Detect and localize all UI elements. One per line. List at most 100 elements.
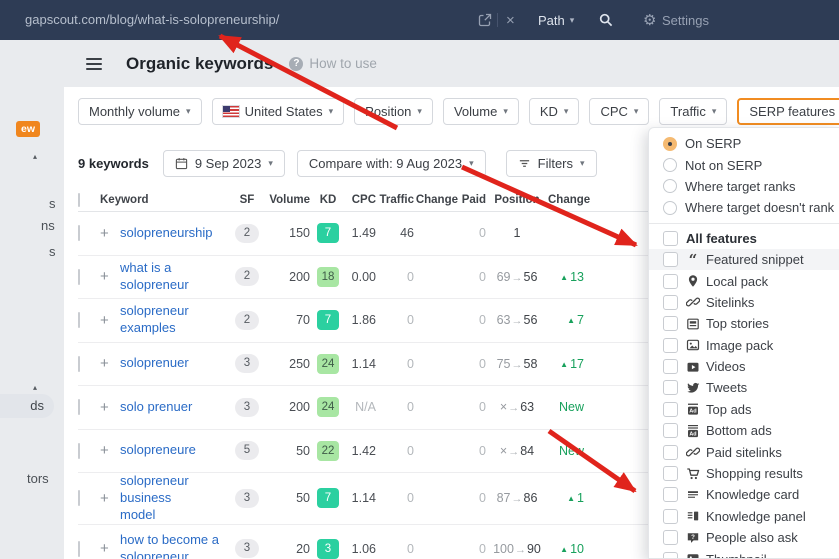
filter-serp-features-dropdown[interactable]: SERP features▾ bbox=[737, 98, 839, 125]
filter-traffic-dropdown[interactable]: Traffic ▾ bbox=[659, 98, 728, 125]
radio-selected-icon[interactable] bbox=[663, 136, 677, 151]
row-checkbox[interactable] bbox=[78, 355, 80, 372]
keyword-link[interactable]: soloprenuer bbox=[120, 355, 189, 370]
serp-feature-option-paid-sitelinks[interactable]: Paid sitelinks bbox=[649, 441, 839, 462]
search-button[interactable] bbox=[598, 0, 614, 40]
column-header-keyword[interactable]: Keyword bbox=[100, 194, 232, 206]
sidebar-item-fragment[interactable]: ns bbox=[41, 218, 55, 233]
keyword-link[interactable]: what is a solopreneur bbox=[120, 260, 189, 292]
settings-button[interactable]: ⚙ bbox=[643, 0, 656, 40]
row-checkbox[interactable] bbox=[78, 399, 80, 416]
feature-checkbox[interactable] bbox=[663, 423, 678, 439]
settings-label[interactable]: Settings bbox=[662, 0, 709, 40]
clear-url-button[interactable]: × bbox=[506, 0, 515, 40]
feature-checkbox[interactable] bbox=[663, 444, 678, 460]
radio-icon[interactable] bbox=[663, 158, 677, 173]
feature-checkbox[interactable] bbox=[663, 551, 678, 558]
expand-plus-icon[interactable]: + bbox=[100, 355, 109, 372]
row-checkbox[interactable] bbox=[78, 268, 80, 285]
path-mode-dropdown[interactable]: Path ▾ bbox=[538, 0, 574, 40]
keyword-link[interactable]: how to become a solopreneur bbox=[120, 532, 219, 559]
sidebar-item-active[interactable]: ds bbox=[0, 394, 54, 418]
serp-feature-option-videos[interactable]: Videos bbox=[649, 356, 839, 377]
expand-plus-icon[interactable]: + bbox=[100, 540, 109, 557]
row-checkbox[interactable] bbox=[78, 442, 80, 459]
feature-checkbox[interactable] bbox=[663, 359, 678, 375]
filter-position-dropdown[interactable]: Position ▾ bbox=[354, 98, 433, 125]
sidebar-item-fragment[interactable]: s bbox=[49, 244, 56, 259]
column-header-cpc[interactable]: CPC bbox=[346, 194, 376, 206]
serp-radio-option[interactable]: On SERP bbox=[649, 133, 839, 154]
serp-feature-option-top-ads[interactable]: Ad Top ads bbox=[649, 399, 839, 420]
feature-checkbox[interactable] bbox=[663, 380, 678, 396]
column-header-volume[interactable]: Volume bbox=[262, 194, 310, 206]
filter-kd-dropdown[interactable]: KD ▾ bbox=[528, 98, 580, 125]
serp-feature-option-featured-snippet[interactable]: “ Featured snippet bbox=[649, 248, 839, 271]
serp-radio-option[interactable]: Not on SERP bbox=[649, 154, 839, 175]
sidebar-item-fragment[interactable]: tors bbox=[27, 471, 49, 486]
serp-feature-option-top-stories[interactable]: Top stories bbox=[649, 313, 839, 334]
feature-checkbox[interactable] bbox=[663, 273, 678, 289]
row-checkbox[interactable] bbox=[78, 540, 80, 557]
expand-plus-icon[interactable]: + bbox=[100, 312, 109, 329]
feature-checkbox[interactable] bbox=[663, 530, 678, 546]
serp-feature-option-tweets[interactable]: Tweets bbox=[649, 377, 839, 398]
row-checkbox[interactable] bbox=[78, 312, 80, 329]
feature-checkbox[interactable] bbox=[663, 487, 678, 503]
select-all-checkbox[interactable] bbox=[78, 192, 80, 207]
filter-country-dropdown[interactable]: United States ▾ bbox=[211, 98, 345, 125]
feature-checkbox[interactable] bbox=[663, 316, 678, 332]
serp-feature-option-local-pack[interactable]: Local pack bbox=[649, 270, 839, 291]
serp-feature-option-bottom-ads[interactable]: Ad Bottom ads bbox=[649, 420, 839, 441]
column-header-change[interactable]: Change bbox=[414, 194, 458, 206]
serp-feature-option-people-also-ask[interactable]: ? People also ask bbox=[649, 527, 839, 548]
how-to-use-link[interactable]: ? How to use bbox=[289, 56, 377, 71]
feature-checkbox[interactable] bbox=[663, 401, 678, 417]
sidebar-item-fragment[interactable]: ▴ bbox=[33, 152, 37, 161]
column-header-kd[interactable]: KD bbox=[310, 194, 346, 206]
target-url-input[interactable]: gapscout.com/blog/what-is-solopreneurshi… bbox=[25, 0, 279, 40]
column-header-paid[interactable]: Paid bbox=[458, 194, 486, 206]
row-checkbox[interactable] bbox=[78, 490, 80, 507]
serp-feature-option-shopping-results[interactable]: Shopping results bbox=[649, 463, 839, 484]
filters-button[interactable]: Filters ▾ bbox=[505, 150, 597, 177]
serp-feature-option-image-pack[interactable]: Image pack bbox=[649, 335, 839, 356]
keyword-link[interactable]: solopreneur examples bbox=[120, 303, 189, 335]
column-header-position[interactable]: Position bbox=[486, 194, 548, 206]
menu-toggle-button[interactable] bbox=[86, 57, 102, 70]
keyword-link[interactable]: solo prenuer bbox=[120, 399, 192, 414]
filter-monthly-volume-dropdown[interactable]: Monthly volume ▾ bbox=[78, 98, 202, 125]
column-header-sf[interactable]: SF bbox=[232, 194, 262, 206]
column-header-traffic[interactable]: Traffic bbox=[376, 194, 414, 206]
open-in-new-tab-button[interactable] bbox=[478, 0, 492, 40]
keyword-link[interactable]: solopreneur business model bbox=[120, 473, 189, 522]
expand-plus-icon[interactable]: + bbox=[100, 268, 109, 285]
row-checkbox[interactable] bbox=[78, 225, 80, 242]
expand-plus-icon[interactable]: + bbox=[100, 490, 109, 507]
feature-checkbox[interactable] bbox=[663, 294, 678, 310]
radio-icon[interactable] bbox=[663, 200, 677, 215]
feature-checkbox[interactable] bbox=[663, 252, 678, 268]
serp-feature-option-sitelinks[interactable]: Sitelinks bbox=[649, 292, 839, 313]
serp-radio-option[interactable]: Where target ranks bbox=[649, 176, 839, 197]
keyword-link[interactable]: solopreneurship bbox=[120, 225, 213, 240]
keyword-link[interactable]: solopreneure bbox=[120, 442, 196, 457]
serp-feature-option-knowledge-panel[interactable]: Knowledge panel bbox=[649, 506, 839, 527]
feature-checkbox[interactable] bbox=[663, 466, 678, 482]
filter-volume-dropdown[interactable]: Volume ▾ bbox=[442, 98, 519, 125]
filter-cpc-dropdown[interactable]: CPC ▾ bbox=[589, 98, 650, 125]
expand-plus-icon[interactable]: + bbox=[100, 225, 109, 242]
feature-checkbox[interactable] bbox=[663, 337, 678, 353]
serp-radio-option[interactable]: Where target doesn't rank bbox=[649, 197, 839, 218]
serp-feature-option-knowledge-card[interactable]: Knowledge card bbox=[649, 484, 839, 505]
radio-icon[interactable] bbox=[663, 179, 677, 194]
compare-date-button[interactable]: Compare with: 9 Aug 2023 ▾ bbox=[296, 150, 486, 177]
sidebar-item-fragment[interactable]: ▴ bbox=[33, 383, 37, 392]
all-features-checkbox[interactable] bbox=[663, 230, 678, 246]
date-picker-button[interactable]: 9 Sep 2023 ▾ bbox=[162, 150, 285, 177]
sidebar-item-fragment[interactable]: s bbox=[49, 196, 56, 211]
serp-feature-option-thumbnail[interactable]: Thumbnail bbox=[649, 548, 839, 558]
feature-checkbox[interactable] bbox=[663, 508, 678, 524]
expand-plus-icon[interactable]: + bbox=[100, 399, 109, 416]
expand-plus-icon[interactable]: + bbox=[100, 442, 109, 459]
